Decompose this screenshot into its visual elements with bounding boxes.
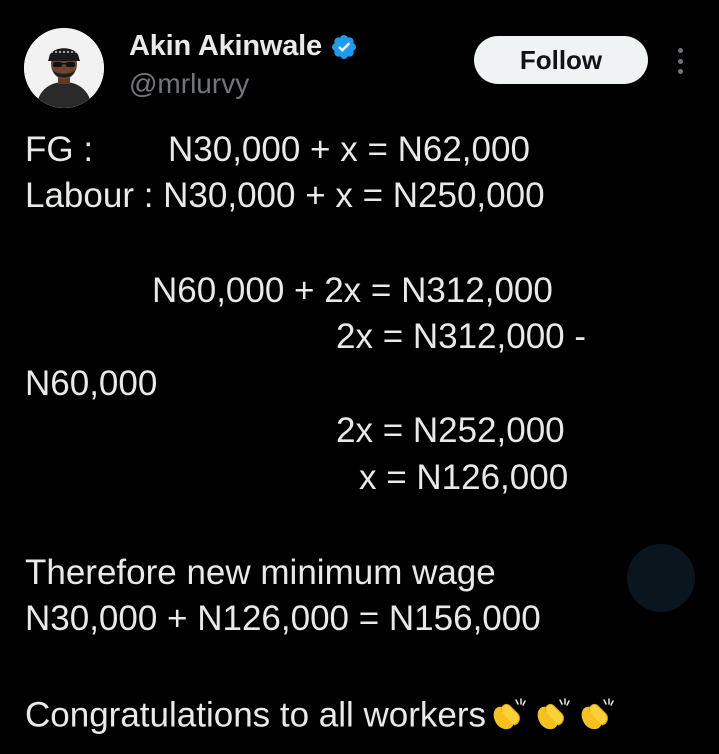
sum-equation: N60,000 + 2x = N312,000 bbox=[152, 271, 553, 310]
verified-badge-icon bbox=[330, 33, 358, 61]
twox-result: 2x = N252,000 bbox=[336, 411, 565, 450]
avatar[interactable] bbox=[24, 28, 104, 108]
author-display-name[interactable]: Akin Akinwale bbox=[129, 30, 322, 63]
final-equation: N30,000 + N126,000 = N156,000 bbox=[25, 599, 541, 638]
labour-equation: Labour : N30,000 + x = N250,000 bbox=[25, 176, 545, 215]
avatar-image bbox=[24, 28, 104, 108]
more-options-icon[interactable] bbox=[668, 44, 692, 78]
clapping-hands-icon bbox=[490, 696, 530, 738]
congrats-line: Congratulations to all workers bbox=[25, 696, 618, 738]
clapping-hands-icon bbox=[578, 696, 618, 738]
x-result: x = N126,000 bbox=[359, 458, 569, 497]
twox-equation-wrap: N60,000 bbox=[25, 364, 158, 403]
follow-button[interactable]: Follow bbox=[474, 36, 648, 84]
floating-action-button[interactable] bbox=[627, 544, 695, 612]
clapping-hands-icon bbox=[534, 696, 574, 738]
fg-equation: N30,000 + x = N62,000 bbox=[168, 130, 530, 169]
author-name-row[interactable]: Akin Akinwale bbox=[129, 30, 358, 63]
author-handle[interactable]: @mrlurvy bbox=[129, 68, 249, 100]
congrats-text: Congratulations to all workers bbox=[25, 695, 487, 735]
therefore-text: Therefore new minimum wage bbox=[25, 553, 496, 592]
fg-label: FG : bbox=[25, 130, 94, 169]
twox-equation: 2x = N312,000 - bbox=[336, 317, 587, 356]
